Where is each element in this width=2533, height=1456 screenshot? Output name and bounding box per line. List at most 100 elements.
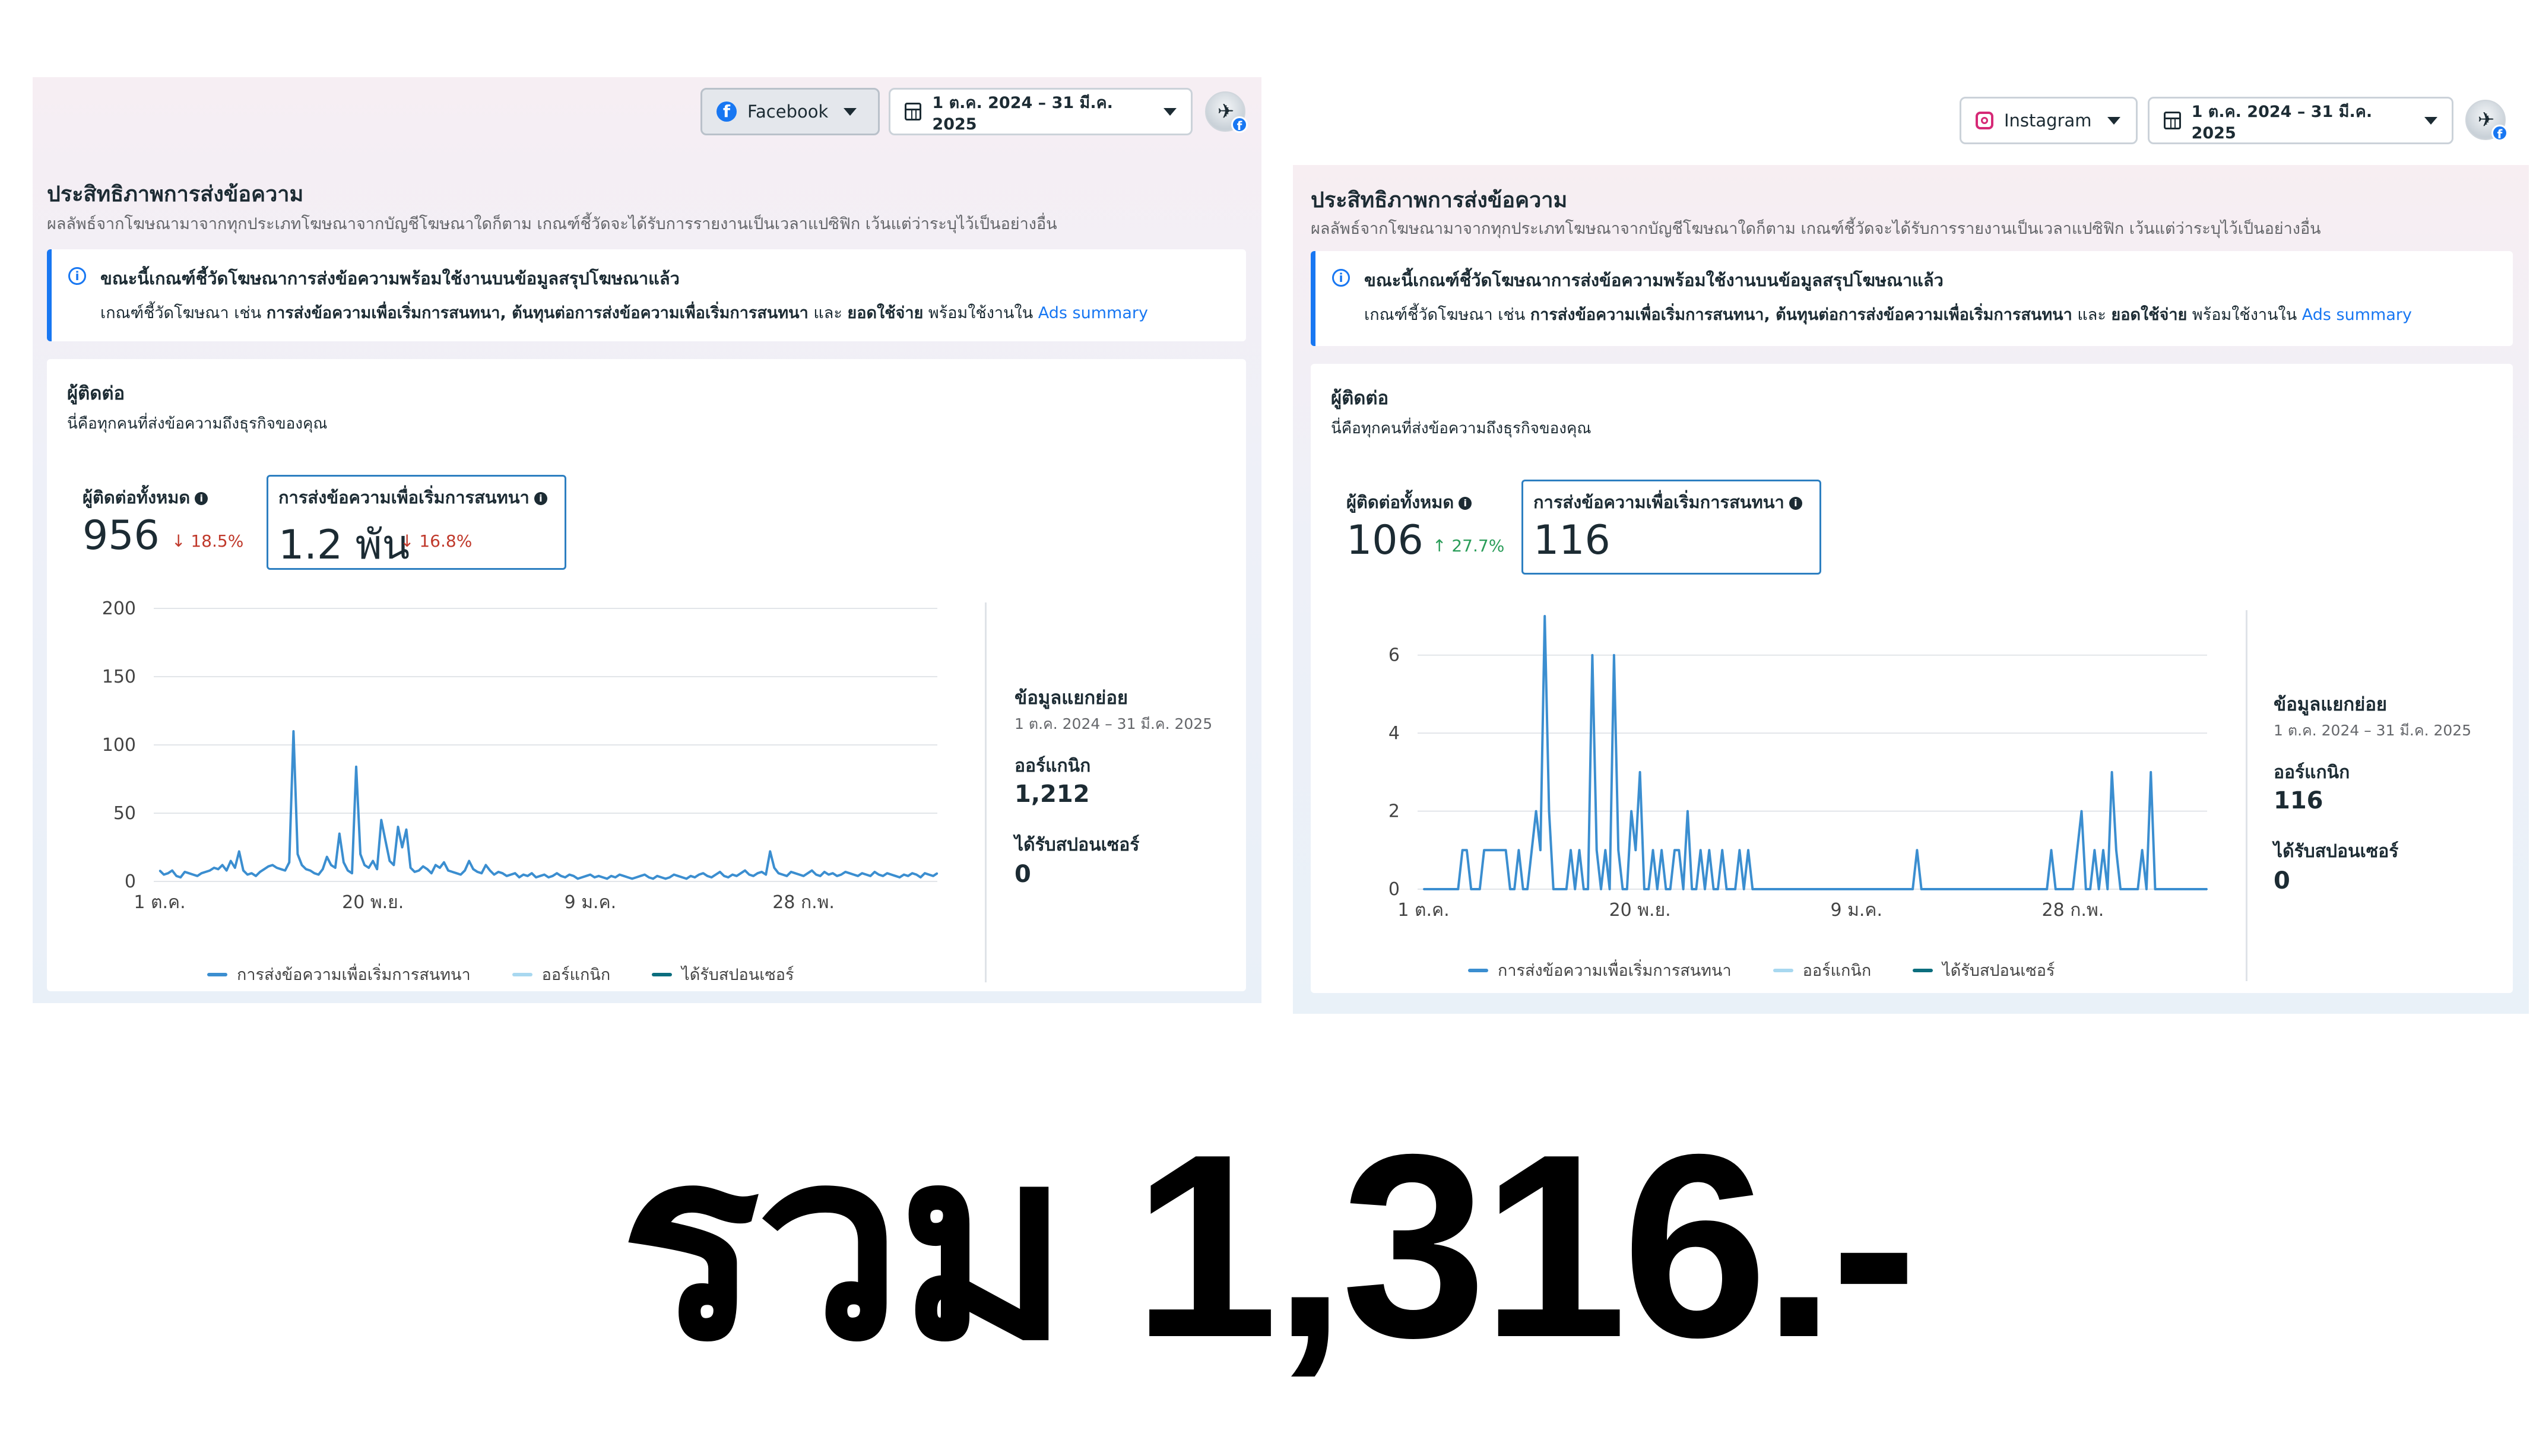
data-point [2137,888,2139,890]
avatar[interactable]: ✈ f [2465,100,2508,141]
avatar[interactable]: ✈ f [1205,91,1248,133]
data-point [242,870,245,871]
data-point [815,874,817,875]
data-point [2119,888,2122,890]
notice-text: และ [813,304,842,322]
data-point [1427,888,1429,890]
chevron-down-icon [1164,107,1177,116]
date-range-selector[interactable]: 1 ต.ค. 2024 – 31 มี.ค. 2025 [889,88,1193,135]
sponsored-label: ได้รับสปอนเซอร์ [2274,841,2399,862]
card-subtitle: นี่คือทุกคนที่ส่งข้อความถึงธุรกิจของคุณ [1331,420,1592,437]
data-point [481,873,483,874]
info-icon[interactable]: i [1459,497,1472,510]
page-title: ประสิทธิภาพการส่งข้อความ [47,182,304,207]
data-point [1803,888,1805,890]
data-point [556,873,558,874]
data-point [1496,849,1498,851]
data-point [410,867,411,869]
data-point [367,867,370,869]
data-point [313,873,315,874]
data-point [439,867,441,869]
data-point [175,875,177,877]
data-point [551,875,554,877]
notice-heading: ขณะนี้เกณฑ์ชี้วัดโฆษณาการส่งข้อความพร้อม… [100,268,680,288]
legend-item[interactable]: การส่งข้อความเพื่อเริ่มการสนทนา [207,962,471,987]
ads-summary-link[interactable]: Ads summary [2302,306,2412,324]
info-icon[interactable]: i [1789,497,1802,510]
data-point [527,875,528,877]
data-point [405,829,407,830]
data-point [263,868,265,870]
platform-selector[interactable]: f Facebook [700,88,880,135]
data-point [2107,888,2109,890]
data-point [334,867,337,869]
data-point [158,870,161,871]
data-point [1743,888,1745,890]
data-point [464,870,466,871]
data-point [2003,888,2005,890]
legend-item[interactable]: การส่งข้อความเพื่อเริ่มการสนทนา [1468,957,1732,983]
data-point [1786,888,1788,890]
facebook-icon: f [717,101,737,122]
data-point [1938,888,1940,890]
data-point [1843,888,1844,890]
platform-selector[interactable]: Instagram [1960,97,2138,144]
data-point [932,875,934,877]
data-point [1756,888,1758,890]
legend-item[interactable]: ได้รับสปอนเซอร์ [652,962,794,987]
data-point [205,871,207,873]
data-point [2072,888,2074,890]
card-title: ผู้ติดต่อ [67,383,125,404]
data-point [1920,888,1922,890]
notice-text: พร้อมใช้งานใน [2192,306,2297,324]
data-point [1881,888,1884,890]
legend-item[interactable]: ออร์แกนิก [1773,957,1871,983]
data-point [196,875,198,877]
date-range-selector[interactable]: 1 ต.ค. 2024 – 31 มี.ค. 2025 [2148,97,2453,144]
ads-summary-link[interactable]: Ads summary [1038,304,1148,322]
x-tick-label: 9 ม.ค. [1831,900,1883,921]
data-point [1535,810,1537,812]
data-point [677,875,679,877]
data-point [1773,888,1775,890]
data-point [213,867,215,869]
data-point [740,873,742,874]
card-title: ผู้ติดต่อ [1331,388,1389,409]
info-icon: i [1332,269,1350,287]
data-point [673,874,675,875]
data-point [2198,888,2199,890]
data-point [1816,888,1818,890]
data-point [1648,888,1650,890]
data-point [1955,888,1957,890]
legend-item[interactable]: ได้รับสปอนเซอร์ [1913,957,2055,983]
data-point [1422,888,1425,890]
data-point [736,875,738,877]
data-point [756,873,759,874]
data-point [376,868,378,870]
data-point [866,874,867,875]
info-icon[interactable]: i [534,492,547,505]
data-point [221,864,223,866]
data-point [1466,849,1468,851]
data-point [397,826,399,828]
data-point [1899,888,1901,890]
data-point [1951,888,1952,890]
data-point [656,875,658,877]
data-point [1821,888,1823,890]
data-point [848,873,851,874]
legend-item[interactable]: ออร์แกนิก [512,962,610,987]
data-point [1722,849,1723,851]
data-point [819,875,821,877]
data-point [836,875,838,877]
y-tick-label: 4 [1388,723,1400,744]
info-icon[interactable]: i [195,492,208,505]
data-point [907,875,909,877]
data-point [1834,888,1836,890]
data-point [473,868,474,870]
data-point [1877,888,1879,890]
data-point [2007,888,2009,890]
data-point [886,873,888,874]
data-point [455,873,458,874]
data-point [1518,849,1520,851]
data-point [1782,888,1784,890]
